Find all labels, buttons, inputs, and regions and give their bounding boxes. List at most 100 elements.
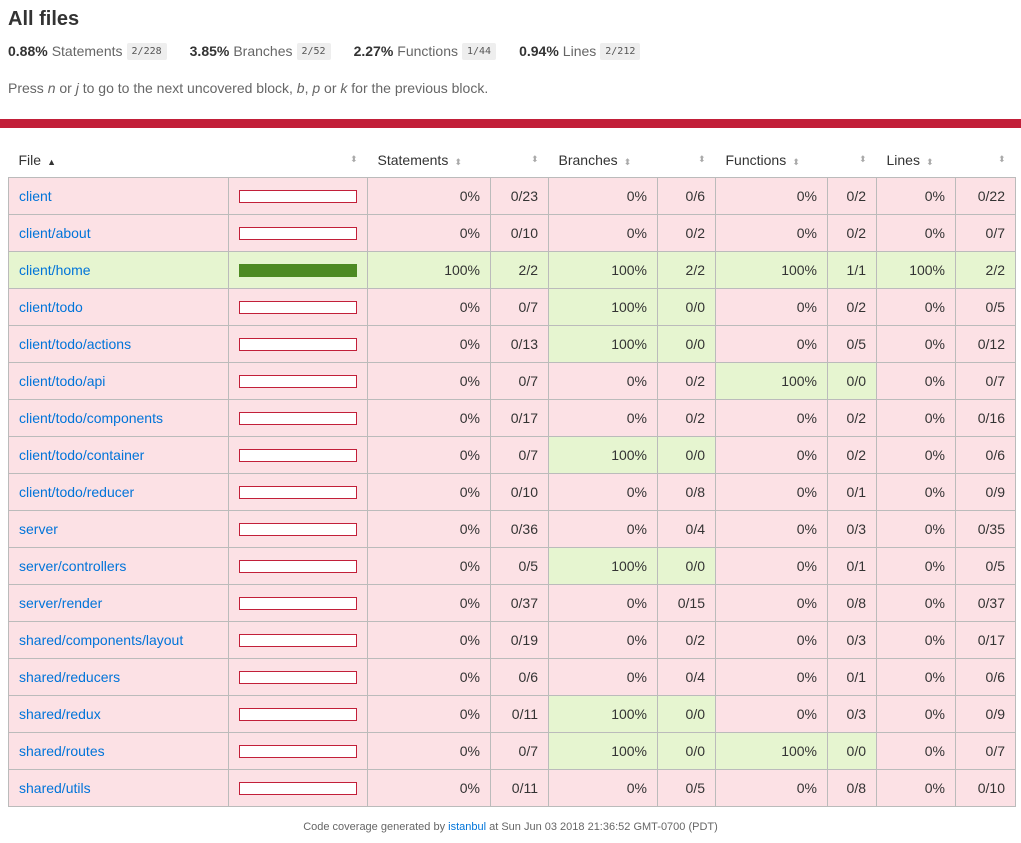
lines-fraction: 0/37: [955, 584, 1016, 622]
file-link[interactable]: client/todo/api: [19, 373, 105, 389]
summary-fraction: 2/52: [296, 42, 331, 60]
file-link[interactable]: client/todo/container: [19, 447, 144, 463]
header-file-bar[interactable]: ⬍: [229, 142, 368, 178]
branches-fraction: 0/6: [657, 177, 716, 215]
statements-pct: 0%: [367, 436, 491, 474]
sort-icon: ⬍: [697, 154, 706, 164]
header-statements-raw[interactable]: ⬍: [491, 142, 549, 178]
functions-fraction: 0/8: [827, 584, 877, 622]
file-link[interactable]: client/todo: [19, 299, 83, 315]
coverage-bar: [239, 337, 357, 351]
lines-pct: 0%: [876, 177, 956, 215]
branches-pct: 0%: [548, 177, 658, 215]
file-link[interactable]: client/home: [19, 262, 91, 278]
header-branches-raw[interactable]: ⬍: [658, 142, 716, 178]
file-link[interactable]: client/todo/components: [19, 410, 163, 426]
coverage-bar: [239, 670, 357, 684]
lines-fraction: 0/16: [955, 399, 1016, 437]
statements-fraction: 0/37: [490, 584, 549, 622]
lines-pct: 0%: [876, 695, 956, 733]
statements-fraction: 0/36: [490, 510, 549, 548]
branches-pct: 0%: [548, 621, 658, 659]
summary-lines: 0.94% Lines 2/212: [519, 42, 641, 60]
header-lines-raw[interactable]: ⬍: [956, 142, 1016, 178]
branches-pct: 0%: [548, 584, 658, 622]
file-link[interactable]: server/render: [19, 595, 102, 611]
table-row: shared/utils 0% 0/11 0% 0/5 0% 0/8 0% 0/10: [8, 769, 1016, 807]
summary-label: Branches: [233, 43, 293, 59]
file-link[interactable]: shared/components/layout: [19, 632, 183, 648]
statements-pct: 0%: [367, 473, 491, 511]
file-link[interactable]: shared/redux: [19, 706, 101, 722]
table-row: server 0% 0/36 0% 0/4 0% 0/3 0% 0/35: [8, 510, 1016, 548]
coverage-bar: [239, 226, 357, 240]
lines-pct: 0%: [876, 288, 956, 326]
table-header: File ▲ ⬍ Statements ⬍ ⬍ Branches ⬍ ⬍ Functi…: [9, 142, 1016, 178]
coverage-bar: [239, 448, 357, 462]
header-functions-raw[interactable]: ⬍: [828, 142, 877, 178]
summary-fraction: 2/212: [600, 42, 641, 60]
file-link[interactable]: shared/routes: [19, 743, 105, 759]
branches-fraction: 0/0: [657, 547, 716, 585]
statements-fraction: 0/17: [490, 399, 549, 437]
functions-fraction: 0/0: [827, 362, 877, 400]
file-link[interactable]: client: [19, 188, 52, 204]
sort-icon: ⬍: [925, 156, 934, 167]
table-row: client 0% 0/23 0% 0/6 0% 0/2 0% 0/22: [8, 177, 1016, 215]
branches-fraction: 0/0: [657, 732, 716, 770]
statements-fraction: 2/2: [490, 251, 549, 289]
statements-fraction: 0/10: [490, 214, 549, 252]
table-row: shared/routes 0% 0/7 100% 0/0 100% 0/0 0% 0/7: [8, 732, 1016, 770]
table-row: client/home 100% 2/2 100% 2/2 100% 1/1 100% 2/2: [8, 251, 1016, 289]
lines-pct: 0%: [876, 658, 956, 696]
file-cell: client/todo/container: [8, 436, 229, 474]
header-statements[interactable]: Statements ⬍: [368, 142, 491, 178]
file-link[interactable]: client/todo/actions: [19, 336, 131, 352]
functions-pct: 0%: [715, 658, 828, 696]
coverage-summary: 0.88% Statements 2/228 3.85% Branches 2/…: [8, 40, 1013, 62]
statements-fraction: 0/7: [490, 436, 549, 474]
file-link[interactable]: server/controllers: [19, 558, 126, 574]
lines-pct: 100%: [876, 251, 956, 289]
summary-label: Lines: [562, 43, 597, 59]
coverage-table: File ▲ ⬍ Statements ⬍ ⬍ Branches ⬍ ⬍ Functi…: [8, 142, 1016, 807]
lines-fraction: 0/5: [955, 547, 1016, 585]
file-link[interactable]: shared/reducers: [19, 669, 120, 685]
coverage-bar: [239, 707, 357, 721]
file-cell: shared/reducers: [8, 658, 229, 696]
header-file[interactable]: File ▲: [9, 142, 229, 178]
summary-pct: 0.94%: [519, 43, 559, 59]
statements-fraction: 0/19: [490, 621, 549, 659]
branches-pct: 100%: [548, 695, 658, 733]
header-lines[interactable]: Lines ⬍: [877, 142, 956, 178]
branches-pct: 100%: [548, 547, 658, 585]
statements-fraction: 0/6: [490, 658, 549, 696]
header-label: Lines: [886, 151, 920, 168]
file-link[interactable]: shared/utils: [19, 780, 91, 796]
functions-fraction: 0/1: [827, 473, 877, 511]
coverage-bar-cell: [228, 251, 368, 289]
header-functions[interactable]: Functions ⬍: [716, 142, 828, 178]
branches-pct: 0%: [548, 362, 658, 400]
footer-timestamp: at Sun Jun 03 2018 21:36:52 GMT-0700 (PD…: [486, 821, 718, 833]
lines-pct: 0%: [876, 399, 956, 437]
functions-fraction: 0/1: [827, 547, 877, 585]
hint-text: Press: [8, 80, 48, 96]
sort-icon: ⬍: [530, 154, 539, 164]
istanbul-link[interactable]: istanbul: [448, 821, 486, 833]
sort-icon: ⬍: [454, 156, 462, 167]
lines-pct: 0%: [876, 584, 956, 622]
file-cell: client/todo/reducer: [8, 473, 229, 511]
functions-pct: 0%: [715, 769, 828, 807]
functions-pct: 0%: [715, 621, 828, 659]
lines-fraction: 0/22: [955, 177, 1016, 215]
file-link[interactable]: server: [19, 521, 58, 537]
file-link[interactable]: client/todo/reducer: [19, 484, 134, 500]
header-label: File: [18, 151, 42, 168]
functions-fraction: 0/2: [827, 399, 877, 437]
header-branches[interactable]: Branches ⬍: [549, 142, 658, 178]
lines-pct: 0%: [876, 732, 956, 770]
file-link[interactable]: client/about: [19, 225, 91, 241]
lines-fraction: 0/12: [955, 325, 1016, 363]
footer: Code coverage generated by istanbul at S…: [0, 821, 1021, 833]
